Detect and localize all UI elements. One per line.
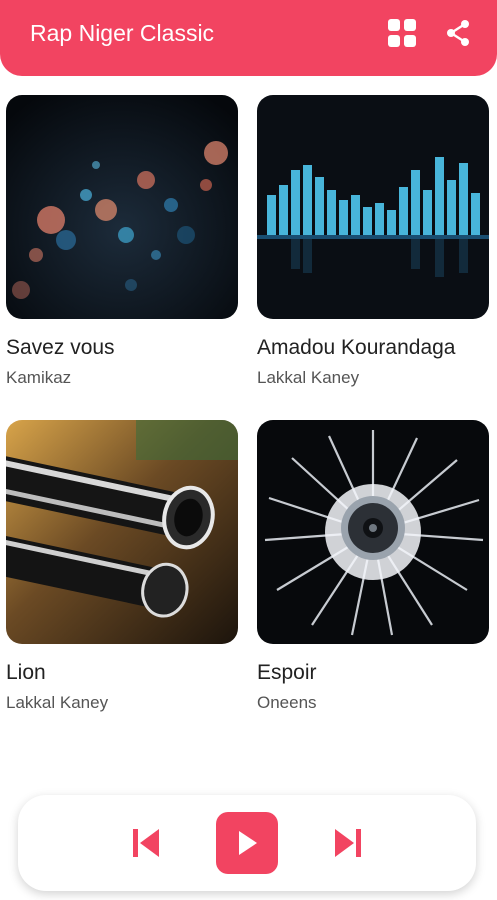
album-art-bokeh[interactable] xyxy=(6,95,238,319)
album-art-clarinet[interactable] xyxy=(6,420,238,644)
previous-icon[interactable] xyxy=(126,823,166,863)
song-card[interactable]: Amadou Kourandaga Lakkal Kaney xyxy=(257,95,489,388)
share-icon[interactable] xyxy=(441,16,475,50)
player-bar xyxy=(18,795,476,891)
app-title: Rap Niger Classic xyxy=(30,19,215,46)
song-title: Savez vous xyxy=(6,336,115,359)
next-icon[interactable] xyxy=(328,823,368,863)
song-card[interactable]: Espoir Oneens xyxy=(257,420,489,713)
song-artist: Lakkal Kaney xyxy=(6,693,109,712)
song-artist: Kamikaz xyxy=(6,368,72,387)
song-title: Lion xyxy=(6,661,46,684)
album-art-speaker[interactable] xyxy=(257,420,489,644)
play-button[interactable] xyxy=(216,812,278,874)
song-title: Amadou Kourandaga xyxy=(257,336,456,359)
play-icon xyxy=(239,831,257,855)
song-card[interactable]: Lion Lakkal Kaney xyxy=(6,420,238,713)
album-art-equalizer[interactable] xyxy=(257,95,489,319)
song-artist: Oneens xyxy=(257,693,317,712)
grid-view-icon[interactable] xyxy=(385,16,419,50)
app-bar: Rap Niger Classic xyxy=(0,0,497,76)
song-artist: Lakkal Kaney xyxy=(257,368,360,387)
song-title: Espoir xyxy=(257,661,317,684)
song-card[interactable]: Savez vous Kamikaz xyxy=(6,95,238,388)
